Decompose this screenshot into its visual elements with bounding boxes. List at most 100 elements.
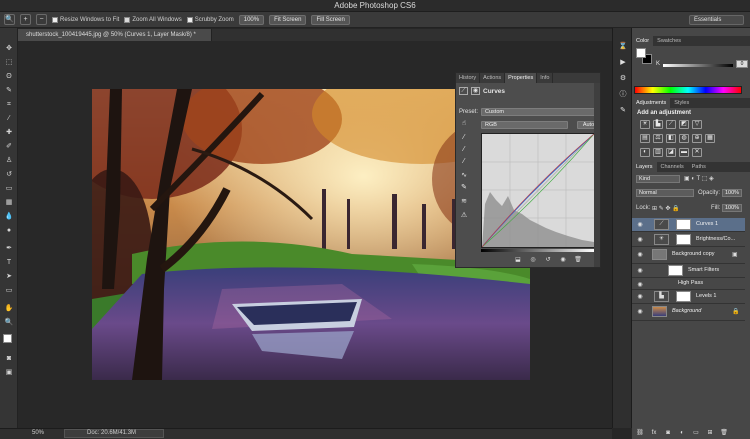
- blur-tool-icon[interactable]: 💧: [4, 212, 14, 222]
- zoom-all-option[interactable]: Zoom All Windows: [124, 16, 182, 23]
- actions-panel-icon[interactable]: ▶: [618, 58, 628, 68]
- targeted-adjust-icon[interactable]: ☝: [459, 119, 469, 128]
- layer-row-high-pass[interactable]: ◉ High Pass: [632, 278, 745, 290]
- invert-icon[interactable]: ◐: [640, 148, 650, 157]
- eye-icon[interactable]: ◉: [636, 236, 644, 244]
- eye-icon[interactable]: ◉: [636, 221, 644, 229]
- trash-icon[interactable]: 🗑: [720, 429, 728, 437]
- layer-row-brightness[interactable]: ◉ ☀ Brightness/Co...: [632, 233, 745, 247]
- layer-filter-icons[interactable]: ▣ ◐ T ⬚ ◈: [684, 175, 714, 182]
- layer-mask-thumbnail[interactable]: [676, 291, 691, 302]
- document-tab[interactable]: shutterstock_100419445.jpg @ 50% (Curves…: [18, 29, 212, 41]
- k-channel-slider[interactable]: [663, 64, 733, 67]
- tab-paths[interactable]: Paths: [688, 162, 710, 172]
- resize-windows-option[interactable]: Resize Windows to Fit: [52, 16, 119, 23]
- vibrance-icon[interactable]: ▽: [692, 120, 702, 129]
- zoom-100-button[interactable]: 100%: [238, 14, 265, 25]
- tab-swatches[interactable]: Swatches: [653, 36, 685, 46]
- tab-styles[interactable]: Styles: [670, 98, 693, 108]
- layer-name[interactable]: Background copy: [672, 251, 715, 257]
- workspace-switcher[interactable]: Essentials: [689, 15, 744, 25]
- hand-tool-icon[interactable]: ✋: [4, 304, 14, 314]
- smooth-curve-icon[interactable]: ≋: [459, 197, 469, 206]
- k-channel-value[interactable]: 0: [736, 60, 748, 68]
- zoom-level[interactable]: 50%: [32, 430, 44, 436]
- foreground-color-swatch[interactable]: [3, 334, 12, 343]
- clipping-warning-icon[interactable]: ⚠: [459, 211, 469, 220]
- color-spectrum-bar[interactable]: [634, 86, 742, 94]
- draw-curve-icon[interactable]: ✎: [459, 183, 469, 192]
- healing-tool-icon[interactable]: ✚: [4, 128, 14, 138]
- layer-name[interactable]: Curves 1: [696, 221, 718, 227]
- black-point-eyedropper-icon[interactable]: ⁄: [459, 133, 469, 142]
- eye-icon[interactable]: ◉: [636, 308, 644, 316]
- eraser-tool-icon[interactable]: ▭: [4, 184, 14, 194]
- pen-tool-icon[interactable]: ✒: [4, 244, 14, 254]
- eye-icon[interactable]: ◉: [636, 251, 644, 259]
- layer-thumbnail[interactable]: [652, 249, 667, 260]
- layer-name[interactable]: Levels 1: [696, 293, 717, 299]
- black-white-icon[interactable]: ◧: [666, 134, 676, 143]
- layer-row-smart-filters[interactable]: ◉ Smart Filters: [632, 264, 745, 278]
- folder-icon[interactable]: ▭: [692, 429, 700, 437]
- edit-points-icon[interactable]: ∿: [459, 171, 469, 180]
- new-layer-icon[interactable]: ⊞: [706, 429, 714, 437]
- posterize-icon[interactable]: ▥: [653, 148, 663, 157]
- lasso-tool-icon[interactable]: ʘ: [4, 72, 14, 82]
- layer-name[interactable]: Smart Filters: [688, 267, 719, 273]
- layer-name[interactable]: Brightness/Co...: [696, 236, 735, 242]
- scrubby-zoom-option[interactable]: Scrubby Zoom: [186, 16, 234, 23]
- brush-tool-icon[interactable]: ✐: [4, 142, 14, 152]
- shape-tool-icon[interactable]: ▭: [4, 286, 14, 296]
- document-size-info[interactable]: Doc: 20.6M/41.3M: [64, 429, 164, 438]
- fill-screen-button[interactable]: Fill Screen: [311, 14, 350, 25]
- white-point-eyedropper-icon[interactable]: ⁄: [459, 157, 469, 166]
- delete-adjustment-icon[interactable]: 🗑: [574, 256, 582, 264]
- blend-mode-dropdown[interactable]: Normal: [636, 189, 694, 197]
- tab-adjustments[interactable]: Adjustments: [632, 98, 671, 108]
- preset-dropdown[interactable]: Custom: [481, 108, 598, 116]
- hue-saturation-icon[interactable]: ▤: [640, 134, 650, 143]
- tab-channels[interactable]: Channels: [657, 162, 688, 172]
- properties-panel-icon[interactable]: ⚙: [618, 74, 628, 84]
- reset-icon[interactable]: ↺: [544, 256, 552, 264]
- layer-filter-kind[interactable]: Kind: [636, 175, 680, 183]
- layer-thumbnail[interactable]: [652, 306, 667, 317]
- layer-mask-thumbnail[interactable]: [676, 234, 691, 245]
- crop-tool-icon[interactable]: ⌗: [4, 100, 14, 110]
- color-balance-icon[interactable]: ⚖: [653, 134, 663, 143]
- fx-icon[interactable]: fx: [650, 429, 658, 437]
- clip-to-layer-icon[interactable]: ⬓: [514, 256, 522, 264]
- brightness-contrast-icon[interactable]: ☀: [640, 120, 650, 129]
- eye-icon[interactable]: ◉: [636, 281, 644, 289]
- history-brush-tool-icon[interactable]: ↺: [4, 170, 14, 180]
- zoom-in-icon[interactable]: +: [20, 14, 31, 25]
- gradient-tool-icon[interactable]: ▦: [4, 198, 14, 208]
- gray-point-eyedropper-icon[interactable]: ⁄: [459, 145, 469, 154]
- fill-input[interactable]: 100%: [722, 204, 742, 212]
- channel-dropdown[interactable]: RGB: [481, 121, 568, 129]
- dodge-tool-icon[interactable]: ●: [4, 226, 14, 236]
- path-select-tool-icon[interactable]: ➤: [4, 272, 14, 282]
- properties-scrollbar[interactable]: [594, 83, 600, 267]
- layer-name[interactable]: Background: [672, 308, 701, 314]
- zoom-out-icon[interactable]: −: [36, 14, 47, 25]
- scrubby-zoom-checkbox[interactable]: [186, 16, 193, 23]
- mask-icon[interactable]: ◙: [664, 429, 672, 437]
- layer-name[interactable]: High Pass: [678, 280, 703, 286]
- curve-graph[interactable]: [481, 133, 595, 248]
- smart-filter-mask[interactable]: [668, 265, 683, 276]
- fit-screen-button[interactable]: Fit Screen: [269, 14, 307, 25]
- curves-icon[interactable]: ⟋: [666, 120, 676, 129]
- history-panel-icon[interactable]: ⌛: [618, 42, 628, 52]
- layer-row-curves[interactable]: ◉ ⟋ Curves 1: [632, 218, 745, 232]
- foreground-color-chip[interactable]: [636, 48, 646, 58]
- layer-mask-icon[interactable]: ◉: [471, 87, 480, 95]
- threshold-icon[interactable]: ◪: [666, 148, 676, 157]
- quick-select-tool-icon[interactable]: ✎: [4, 86, 14, 96]
- exposure-icon[interactable]: ◩: [679, 120, 689, 129]
- eye-icon[interactable]: ◉: [636, 267, 644, 275]
- link-icon[interactable]: ⛓: [636, 429, 644, 437]
- selective-color-icon[interactable]: ✕: [692, 148, 702, 157]
- quick-mask-icon[interactable]: ◙: [4, 354, 14, 364]
